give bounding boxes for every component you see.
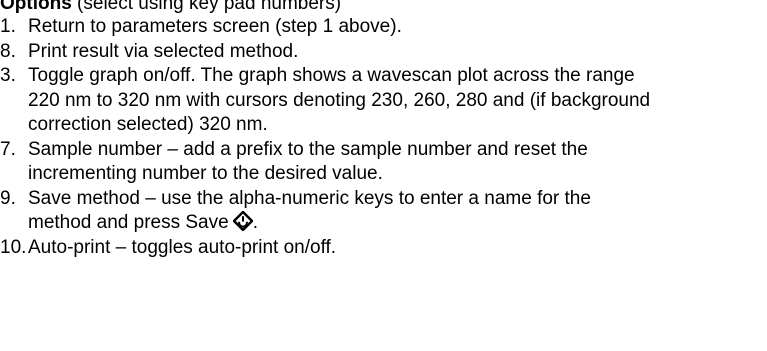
list-item: 1. Return to parameters screen (step 1 a… (0, 15, 658, 40)
list-item-number: 1. (0, 16, 16, 37)
list-item-text: Auto-print – toggles auto-print on/off. (28, 236, 337, 258)
list-item-number: 3. (0, 65, 16, 86)
options-heading-bold: Options (0, 0, 72, 14)
options-section: Options (select using key pad numbers) 1… (0, 0, 767, 351)
options-heading-rest: (select using key pad numbers) (71, 0, 342, 14)
list-item-text: Sample number – add a prefix to the samp… (28, 138, 588, 185)
list-item-text: Print result via selected method. (28, 40, 299, 62)
save-instruction-suffix: . (252, 212, 258, 233)
list-item: 3. Toggle graph on/off. The graph shows … (0, 64, 658, 138)
list-item-text: Save method – use the alpha-numeric keys… (28, 187, 658, 236)
save-instruction-text: Save method – use the alpha-numeric keys… (28, 187, 591, 234)
list-item-text: Return to parameters screen (step 1 abov… (28, 16, 402, 37)
list-item-number: 10. (0, 236, 27, 258)
list-item: 8. Print result via selected method. (0, 40, 658, 65)
options-heading: Options (select using key pad numbers) (0, 0, 341, 16)
save-diamond-icon (232, 211, 253, 231)
options-list: 1. Return to parameters screen (step 1 a… (0, 15, 767, 260)
list-item-number: 7. (0, 138, 16, 160)
list-item-text: Toggle graph on/off. The graph shows a w… (28, 65, 651, 135)
list-item: 9. Save method – use the alpha-numeric k… (0, 187, 658, 236)
list-item: 10. Auto-print – toggles auto-print on/o… (0, 236, 658, 261)
list-item-number: 8. (0, 40, 16, 62)
list-item-number: 9. (0, 187, 16, 209)
list-item: 7. Sample number – add a prefix to the s… (0, 138, 658, 187)
